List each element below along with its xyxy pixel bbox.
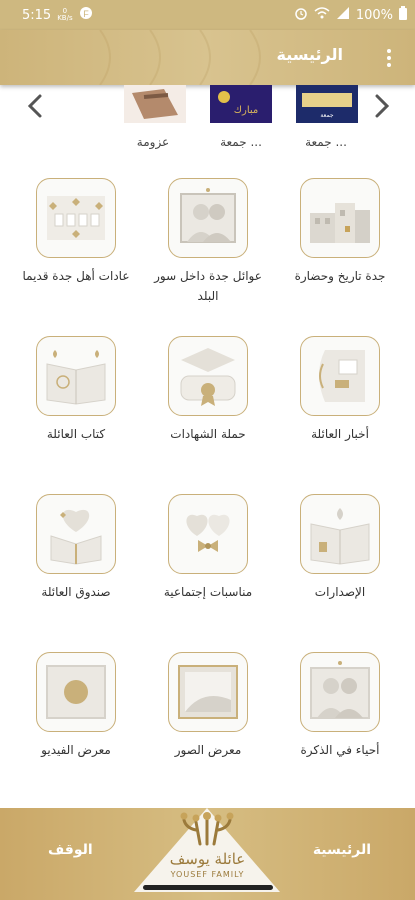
tile-label: معرض الفيديو	[41, 743, 111, 757]
map-news-icon	[300, 336, 380, 416]
logo-english-text: YOUSEF FAMILY	[170, 870, 245, 879]
tile-label: كتاب العائلة	[46, 427, 106, 441]
screen: 5:15 0 KB/s F 100% الرئيسية مبارك جمعة ج…	[0, 0, 415, 900]
tile-label: مناسبات إجتماعية	[163, 585, 253, 599]
notification-icon: F	[79, 6, 93, 24]
traditional-pattern-icon	[36, 178, 116, 258]
slide-image-jumaa-2[interactable]: جمعة	[296, 85, 358, 123]
svg-text:F: F	[83, 9, 89, 19]
tile-family-fund[interactable]: صندوق العائلة	[11, 494, 141, 602]
slide-image-jumaa-1[interactable]: مبارك	[210, 85, 272, 123]
app-bar: الرئيسية	[0, 30, 415, 85]
publications-book-icon	[300, 494, 380, 574]
tile-photo-gallery[interactable]: معرض الصور	[143, 652, 273, 760]
page-title: الرئيسية	[276, 45, 344, 64]
battery-icon	[399, 6, 407, 24]
slide-image-gift[interactable]	[124, 85, 186, 123]
tile-label: صندوق العائلة	[41, 585, 111, 599]
banner-slider[interactable]: مبارك جمعة جمعة ... جمعة ... عزومة	[0, 85, 415, 155]
slide-label: جمعة ...	[305, 135, 347, 149]
tile-family-news[interactable]: أخبار العائلة	[275, 336, 405, 444]
battery-level: 100%	[355, 7, 393, 23]
signal-icon	[336, 6, 350, 24]
svg-text:جمعة: جمعة	[320, 112, 334, 119]
hearts-bow-icon	[168, 494, 248, 574]
net-speed: 0 KB/s	[57, 7, 73, 22]
tile-label: معرض الصور	[174, 743, 242, 757]
home-indicator[interactable]	[143, 885, 273, 890]
svg-text:مبارك: مبارك	[234, 105, 259, 116]
open-book-icon	[36, 336, 116, 416]
slide-label: جمعة ...	[220, 135, 262, 149]
app-bar-pattern	[99, 30, 261, 85]
tile-label: أخبار العائلة	[311, 427, 369, 441]
tile-label: جدة تاريخ وحضارة	[294, 269, 386, 283]
tile-label: حملة الشهادات	[170, 427, 246, 441]
family-portrait-icon	[168, 178, 248, 258]
tile-publications[interactable]: الإصدارات	[275, 494, 405, 602]
tile-video-gallery[interactable]: معرض الفيديو	[11, 652, 141, 760]
chevron-right-icon[interactable]	[369, 93, 393, 119]
status-left: 5:15 0 KB/s F	[22, 6, 93, 24]
alarm-icon	[294, 6, 308, 24]
tile-label: الإصدارات	[314, 585, 366, 599]
heart-box-icon	[36, 494, 116, 574]
logo-arabic-text: عائلة يوسف	[169, 850, 246, 868]
memorial-portrait-icon	[300, 652, 380, 732]
chevron-left-icon[interactable]	[24, 93, 48, 119]
status-right: 100%	[294, 6, 407, 24]
tile-jeddah-families[interactable]: عوائل جدة داخل سور البلد	[143, 178, 273, 306]
tile-jeddah-history[interactable]: جدة تاريخ وحضارة	[275, 178, 405, 286]
photo-gallery-icon	[168, 652, 248, 732]
tile-label: أحياء في الذكرة	[300, 743, 380, 757]
tile-certificate-holders[interactable]: حملة الشهادات	[143, 336, 273, 444]
tile-family-book[interactable]: كتاب العائلة	[11, 336, 141, 444]
slide-label: عزومة	[136, 135, 170, 149]
tile-label: عوائل جدة داخل سور البلد	[154, 269, 262, 303]
status-bar: 5:15 0 KB/s F 100%	[0, 0, 415, 30]
tile-label: عادات أهل جدة قديما	[22, 269, 130, 283]
clock: 5:15	[22, 7, 52, 23]
tile-social-events[interactable]: مناسبات إجتماعية	[143, 494, 273, 602]
tile-in-memory[interactable]: أحياء في الذكرة	[275, 652, 405, 760]
old-buildings-icon	[300, 178, 380, 258]
tile-jeddah-customs[interactable]: عادات أهل جدة قديما	[11, 178, 141, 286]
graduation-certificate-icon	[168, 336, 248, 416]
wifi-icon	[314, 6, 330, 24]
overflow-menu-icon[interactable]	[381, 46, 397, 70]
video-gallery-icon	[36, 652, 116, 732]
